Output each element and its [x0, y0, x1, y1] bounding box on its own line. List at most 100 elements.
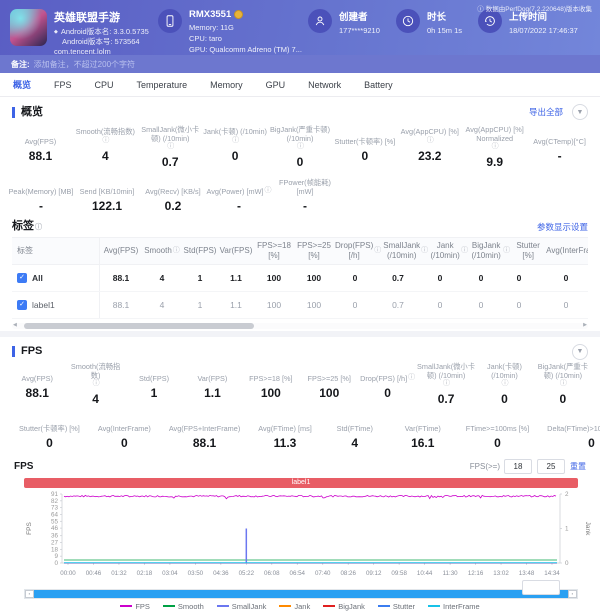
tab-概览[interactable]: 概览: [13, 78, 31, 91]
info-icon[interactable]: ⓘ: [408, 374, 415, 383]
fps-title: FPS: [12, 346, 42, 357]
legend-item[interactable]: Stutter: [378, 602, 415, 611]
info-icon[interactable]: ⓘ: [461, 247, 468, 256]
row-checkbox[interactable]: ✓: [17, 273, 27, 283]
svg-text:06:54: 06:54: [290, 570, 306, 577]
stat-label: FPS>=18 [%]: [242, 362, 300, 383]
stat-item: Smooth(流畅指数)ⓘ4: [73, 125, 138, 169]
scrollbar-thumb[interactable]: [24, 323, 254, 329]
table-horizontal-scrollbar[interactable]: ◀ ▶: [12, 323, 588, 329]
chart-range-thumb[interactable]: [34, 590, 568, 598]
row-label-cell: ✓All: [12, 265, 100, 291]
legend-item[interactable]: InterFrame: [428, 602, 480, 611]
tab-CPU[interactable]: CPU: [95, 80, 114, 90]
info-icon[interactable]: ⓘ: [35, 224, 42, 231]
info-icon[interactable]: ⓘ: [93, 380, 100, 389]
info-icon: ⓘ: [477, 3, 484, 13]
legend-item[interactable]: SmallJank: [217, 602, 267, 611]
info-icon[interactable]: ⓘ: [102, 137, 109, 146]
table-cell: 4: [142, 292, 182, 318]
info-icon[interactable]: ⓘ: [374, 247, 381, 256]
fps-threshold-high-input[interactable]: [537, 459, 565, 474]
table-row[interactable]: ✓label188.1411.110010000.7000088.111.3: [12, 292, 588, 319]
fps-threshold-low-input[interactable]: [504, 459, 532, 474]
chart-range-scrollbar[interactable]: ▪ ▪: [24, 589, 578, 599]
collapse-overview-button[interactable]: ▼: [572, 104, 588, 120]
tab-FPS[interactable]: FPS: [54, 80, 72, 90]
stat-item: Avg(AppCPU) [%] Normalizedⓘ9.9: [462, 125, 527, 169]
range-left-handle[interactable]: ▪: [25, 590, 34, 598]
stat-item: SmallJank(微小卡顿) (/10min)ⓘ0.7: [138, 125, 203, 169]
scroll-right-icon[interactable]: ▶: [583, 322, 587, 328]
stat-label: Stutter(卡顿率) [%]: [332, 125, 397, 146]
stat-label: Jank(卡顿) (/10min)ⓘ: [203, 125, 268, 146]
column-header: Smoothⓘ: [142, 238, 182, 264]
stat-value: 88.1: [169, 436, 240, 450]
info-icon[interactable]: ⓘ: [501, 380, 508, 389]
person-icon: [308, 9, 332, 33]
table-cell: 88.1: [100, 292, 142, 318]
legend-label: Stutter: [393, 602, 415, 611]
stat-value: 0.7: [417, 392, 475, 406]
info-icon[interactable]: ⓘ: [421, 247, 428, 256]
tab-Temperature[interactable]: Temperature: [137, 80, 188, 90]
device-model: RMX3551: [189, 9, 231, 20]
row-checkbox[interactable]: ✓: [17, 300, 27, 310]
stat-label: Avg(AppCPU) [%] Normalizedⓘ: [462, 125, 527, 152]
tab-GPU[interactable]: GPU: [266, 80, 286, 90]
fps-chart[interactable]: 09182736465564738291012FPSJank00:0000:46…: [0, 489, 600, 585]
legend-item[interactable]: FPS: [120, 602, 150, 611]
info-icon[interactable]: ⓘ: [167, 143, 174, 152]
range-right-handle[interactable]: ▪: [568, 590, 577, 598]
stat-value: 0.7: [138, 155, 203, 169]
tab-Network[interactable]: Network: [308, 80, 341, 90]
export-all-link[interactable]: 导出全部: [529, 106, 563, 118]
info-icon[interactable]: ⓘ: [297, 143, 304, 152]
table-cell: 88.1: [100, 265, 142, 291]
info-icon[interactable]: ⓘ: [232, 137, 239, 146]
collapse-fps-button[interactable]: ▼: [572, 344, 588, 360]
table-cell: 0: [334, 265, 376, 291]
stat-label: Smooth(流畅指数)ⓘ: [66, 362, 124, 389]
info-icon[interactable]: ⓘ: [265, 187, 272, 196]
table-cell: 1.1: [218, 265, 254, 291]
scroll-left-icon[interactable]: ◀: [13, 322, 17, 328]
table-row[interactable]: ✓All88.1411.110010000.7000088.111.3: [12, 265, 588, 292]
column-header: Var(FPS): [218, 238, 254, 264]
stat-label: Avg(FPS+InterFrame): [169, 412, 240, 433]
fps-section: FPS ▼ Avg(FPS)88.1Smooth(流畅指数)ⓘ4Std(FPS)…: [0, 337, 600, 611]
info-icon[interactable]: ⓘ: [560, 380, 567, 389]
info-icon[interactable]: ⓘ: [173, 247, 180, 256]
reset-link[interactable]: 重置: [570, 461, 586, 472]
stat-value: 0: [466, 436, 529, 450]
duration-value: 0h 15m 1s: [427, 26, 462, 37]
display-settings-link[interactable]: 参数显示设置: [537, 221, 588, 233]
column-header-label: 标签: [12, 238, 100, 264]
info-icon[interactable]: ⓘ: [492, 143, 499, 152]
legend-item[interactable]: BigJank: [323, 602, 365, 611]
legend-color-dash: [378, 605, 390, 607]
note-bar[interactable]: 备注: 添加备注，不超过200个字符: [0, 55, 600, 73]
info-icon[interactable]: ⓘ: [427, 137, 434, 146]
svg-text:36: 36: [51, 533, 59, 540]
info-icon[interactable]: ⓘ: [503, 247, 510, 256]
tab-Battery[interactable]: Battery: [364, 80, 393, 90]
table-cell: 0: [420, 292, 460, 318]
label-annotation-bar[interactable]: label1: [24, 478, 578, 488]
chart-legend: FPS Smooth SmallJank Jank BigJank Stutter Inte…: [0, 602, 600, 611]
stat-item: Avg(FTime) [ms]11.3: [249, 412, 321, 450]
info-icon[interactable]: ⓘ: [443, 380, 450, 389]
legend-item[interactable]: Smooth: [163, 602, 204, 611]
svg-text:13:48: 13:48: [519, 570, 535, 577]
legend-item[interactable]: Jank: [279, 602, 310, 611]
partial-input[interactable]: [522, 580, 560, 595]
svg-text:09:12: 09:12: [366, 570, 382, 577]
stat-value: 122.1: [74, 199, 140, 213]
device-gpu: GPU: Qualcomm Adreno (TM) 7...: [189, 45, 302, 56]
column-header: SmallJank (/10min)ⓘ: [382, 238, 429, 264]
upload-value: 18/07/2022 17:46:37: [509, 26, 578, 37]
table-cell: 0: [536, 265, 588, 291]
tab-Memory[interactable]: Memory: [210, 80, 243, 90]
device-badge-icon[interactable]: [234, 10, 243, 19]
device-cpu: CPU: taro: [189, 34, 302, 45]
